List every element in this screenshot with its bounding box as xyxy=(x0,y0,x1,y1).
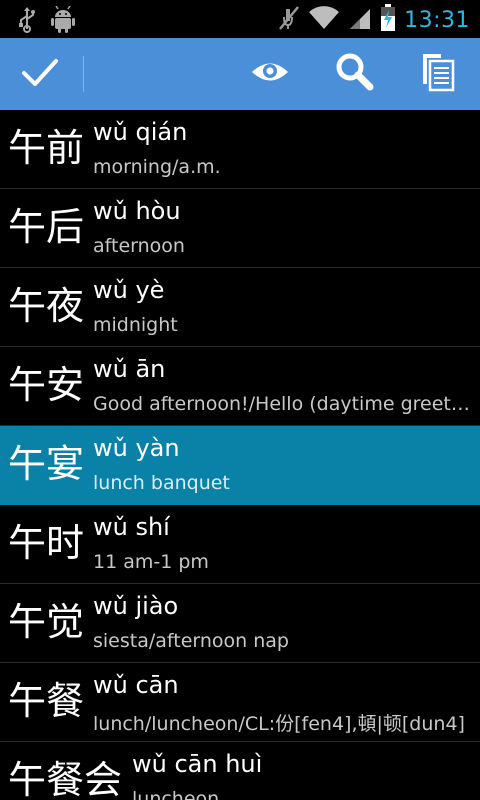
list-item-definition: lunch/luncheon/CL:份[fen4],頓|顿[dun4] xyxy=(93,713,465,735)
list-item-hanzi: 午夜 xyxy=(8,284,85,328)
signal-icon xyxy=(348,5,372,35)
list-item-hanzi: 午时 xyxy=(8,521,85,565)
status-left-icons xyxy=(18,5,76,38)
status-bar: 13:31 xyxy=(0,0,480,38)
copy-button[interactable] xyxy=(408,38,468,110)
action-bar-divider xyxy=(83,56,84,92)
action-bar xyxy=(0,38,480,110)
list-item[interactable]: 午时 wǔ shí 11 am-1 pm xyxy=(0,505,480,584)
list-item-definition: afternoon xyxy=(93,235,185,257)
list-item-pinyin: wǔ ān xyxy=(93,355,166,383)
search-button[interactable] xyxy=(322,38,386,110)
list-item-hanzi: 午前 xyxy=(8,126,85,170)
battery-charging-icon xyxy=(380,4,396,36)
eye-icon xyxy=(250,57,290,91)
status-right-icons: 13:31 xyxy=(278,4,470,36)
list-item-selected[interactable]: 午宴 wǔ yàn lunch banquet xyxy=(0,426,480,505)
status-clock: 13:31 xyxy=(404,7,470,33)
done-button[interactable] xyxy=(0,38,80,110)
list-item-pinyin: wǔ jiào xyxy=(93,592,179,620)
list-item-definition: 11 am-1 pm xyxy=(93,551,209,573)
list-item-hanzi: 午餐 xyxy=(8,679,85,723)
check-icon xyxy=(20,55,60,93)
list-item-hanzi: 午宴 xyxy=(8,442,85,486)
list-item-pinyin: wǔ yàn xyxy=(93,434,180,462)
list-item-pinyin: wǔ qián xyxy=(93,118,188,146)
wifi-icon xyxy=(308,5,340,35)
list-item[interactable]: 午餐会 wǔ cān huì luncheon xyxy=(0,742,480,800)
android-debug-icon xyxy=(50,5,76,38)
list-item[interactable]: 午前 wǔ qián morning/a.m. xyxy=(0,110,480,189)
list-item-definition: siesta/afternoon nap xyxy=(93,630,289,652)
list-item[interactable]: 午餐 wǔ cān lunch/luncheon/CL:份[fen4],頓|顿[… xyxy=(0,663,480,742)
list-item-definition: lunch banquet xyxy=(93,472,230,494)
list-item[interactable]: 午后 wǔ hòu afternoon xyxy=(0,189,480,268)
list-item-definition: Good afternoon!/Hello (daytime greeting) xyxy=(93,393,475,415)
list-item-pinyin: wǔ yè xyxy=(93,276,165,304)
list-item[interactable]: 午夜 wǔ yè midnight xyxy=(0,268,480,347)
list-item-hanzi: 午觉 xyxy=(8,600,85,644)
mute-icon xyxy=(278,5,300,35)
usb-icon xyxy=(18,7,36,37)
view-button[interactable] xyxy=(240,38,300,110)
list-item-hanzi: 午安 xyxy=(8,363,85,407)
list-item-definition: midnight xyxy=(93,314,178,336)
copy-icon xyxy=(421,52,455,96)
list-item-pinyin: wǔ cān xyxy=(93,671,179,699)
list-item-definition: luncheon xyxy=(132,788,220,800)
list-item-pinyin: wǔ hòu xyxy=(93,197,181,225)
search-icon xyxy=(334,52,374,96)
list-item-pinyin: wǔ cān huì xyxy=(132,750,263,778)
list-item-hanzi: 午后 xyxy=(8,205,85,249)
list-item-pinyin: wǔ shí xyxy=(93,513,170,541)
list-item[interactable]: 午觉 wǔ jiào siesta/afternoon nap xyxy=(0,584,480,663)
list-item[interactable]: 午安 wǔ ān Good afternoon!/Hello (daytime … xyxy=(0,347,480,426)
list-item-hanzi: 午餐会 xyxy=(8,758,123,800)
word-list: 午前 wǔ qián morning/a.m. 午后 wǔ hòu aftern… xyxy=(0,110,480,800)
list-item-definition: morning/a.m. xyxy=(93,156,221,178)
